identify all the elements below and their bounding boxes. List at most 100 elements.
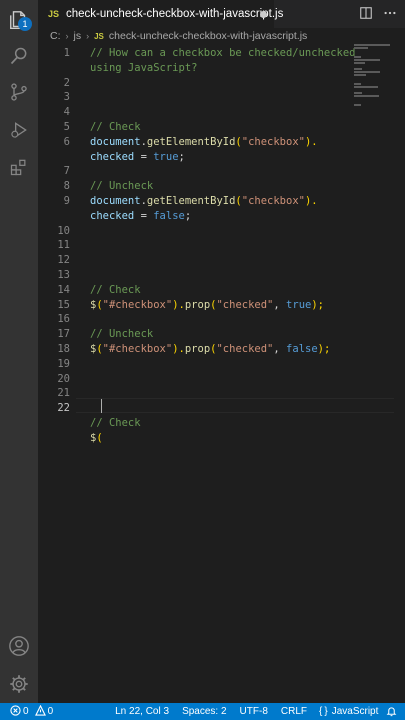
code-token: "#checkbox" xyxy=(102,343,173,355)
code-line[interactable]: // Uncheck xyxy=(90,179,153,194)
code-token: = xyxy=(134,209,154,222)
account-icon[interactable] xyxy=(7,634,31,658)
line-number: 19 xyxy=(57,357,70,370)
code-token: // How can a checkbox be checked/uncheck… xyxy=(90,47,356,59)
line-number: 13 xyxy=(57,269,70,281)
split-editor-icon[interactable] xyxy=(359,5,373,24)
code-token: "#checkbox" xyxy=(102,298,173,311)
code-token: // Check xyxy=(90,417,141,429)
search-icon[interactable] xyxy=(7,44,31,68)
chevron-right-icon: › xyxy=(65,31,69,41)
code-line[interactable]: $("#checkbox").prop("checked", true); xyxy=(90,298,324,313)
extensions-icon[interactable] xyxy=(7,155,31,179)
code-line[interactable]: // Uncheck xyxy=(90,327,153,342)
source-control-icon[interactable] xyxy=(7,80,31,104)
line-number: 3 xyxy=(63,91,70,104)
code-token: document xyxy=(90,195,141,207)
settings-gear-icon[interactable] xyxy=(7,672,31,696)
language-mode[interactable]: { } JavaScript xyxy=(319,706,378,717)
encoding[interactable]: UTF-8 xyxy=(240,706,268,717)
chevron-right-icon: › xyxy=(86,31,90,41)
code-token: prop xyxy=(184,298,211,311)
code-token: getElementById xyxy=(146,195,236,207)
line-number: 11 xyxy=(57,239,70,252)
status-bar: 0 0 Ln 22, Col 3 Spaces: 2 UTF-8 CRLF { … xyxy=(0,703,405,720)
line-number: 21 xyxy=(57,387,70,400)
code-token: false xyxy=(286,343,318,355)
tab-bar: JS check-uncheck-checkbox-with-javascrip… xyxy=(38,0,405,28)
more-actions-icon[interactable] xyxy=(383,5,397,24)
line-number: 20 xyxy=(57,372,70,385)
code-token: , xyxy=(273,298,287,311)
braces-icon: { } xyxy=(319,706,328,717)
code-token: "checked" xyxy=(216,298,274,311)
line-number: 17 xyxy=(57,328,70,341)
code-token: ). xyxy=(304,195,318,207)
run-debug-icon[interactable] xyxy=(7,118,31,142)
code-token: checked xyxy=(90,209,135,222)
code-token: prop xyxy=(184,343,211,355)
code-token: checked xyxy=(90,150,135,163)
code-line[interactable]: using JavaScript? xyxy=(90,61,197,76)
code-token: // Check xyxy=(90,283,141,296)
code-token: // Check xyxy=(90,121,141,133)
line-number: 1 xyxy=(63,47,70,59)
code-line[interactable]: // How can a checkbox be checked/uncheck… xyxy=(90,46,356,61)
code-token: "checkbox" xyxy=(241,135,305,148)
tab-title: check-uncheck-checkbox-with-javascript.j… xyxy=(66,8,284,20)
activity-bar: 1 xyxy=(0,0,38,703)
code-token: // Uncheck xyxy=(90,180,154,193)
problems-indicator[interactable]: 0 0 xyxy=(10,704,54,719)
code-line[interactable]: document.getElementById("checkbox"). xyxy=(90,135,318,150)
code-line[interactable]: // Check xyxy=(90,283,141,298)
code-token: getElementById xyxy=(146,135,236,148)
line-number: 16 xyxy=(57,313,70,326)
code-token: ; xyxy=(184,209,192,222)
code-token: true xyxy=(286,298,312,311)
language-label: JavaScript xyxy=(331,706,379,717)
warning-count: 0 xyxy=(47,706,54,717)
code-token: ( xyxy=(96,431,103,444)
code-token: ). xyxy=(172,343,185,355)
code-line[interactable]: // Check xyxy=(90,120,141,135)
code-token: true xyxy=(153,150,179,163)
error-count: 0 xyxy=(23,706,29,717)
js-file-icon: JS xyxy=(48,9,60,19)
line-number: 14 xyxy=(57,283,70,296)
breadcrumb-folder[interactable]: js xyxy=(74,30,82,42)
cursor-position[interactable]: Ln 22, Col 3 xyxy=(115,706,169,717)
line-number: 18 xyxy=(57,343,70,355)
code-editor[interactable]: 1 2 3 4 5 6 7 8 9 10 11 12 13 14 15 16 17 18 19 20 21 22 // H… xyxy=(38,44,405,703)
current-line-highlight xyxy=(76,398,394,413)
indentation[interactable]: Spaces: 2 xyxy=(182,706,226,717)
code-token: ). xyxy=(172,298,185,311)
minimap[interactable] xyxy=(354,44,394,106)
code-token: document xyxy=(90,135,141,148)
code-token: ; xyxy=(178,150,185,163)
line-number: 22 xyxy=(57,402,70,415)
code-token: // Uncheck xyxy=(90,328,154,341)
code-line[interactable]: document.getElementById("checkbox"). xyxy=(90,194,318,209)
code-line[interactable]: $( xyxy=(90,431,103,446)
code-line[interactable]: checked = false; xyxy=(90,209,191,224)
end-of-line[interactable]: CRLF xyxy=(281,706,307,717)
code-token: = xyxy=(134,150,154,163)
code-line[interactable]: // Check xyxy=(90,416,141,431)
code-token: , xyxy=(273,343,287,355)
line-number: 9 xyxy=(63,195,70,207)
line-number: 15 xyxy=(57,298,70,311)
line-number: 10 xyxy=(57,224,70,237)
warning-icon xyxy=(34,704,46,719)
code-token: "checkbox" xyxy=(241,195,305,207)
code-token: false xyxy=(153,209,185,222)
notifications-bell-icon[interactable] xyxy=(386,706,397,717)
unsaved-dot-icon[interactable] xyxy=(260,11,267,18)
code-token: ). xyxy=(304,135,318,148)
code-token: ); xyxy=(317,343,331,355)
js-file-icon: JS xyxy=(94,31,104,41)
breadcrumb-drive[interactable]: C: xyxy=(50,30,61,42)
editor-tab[interactable]: JS check-uncheck-checkbox-with-javascrip… xyxy=(38,0,283,28)
code-line[interactable]: checked = true; xyxy=(90,150,185,165)
breadcrumb-file[interactable]: check-uncheck-checkbox-with-javascript.j… xyxy=(109,30,307,42)
code-line[interactable]: $("#checkbox").prop("checked", false); xyxy=(90,342,330,357)
